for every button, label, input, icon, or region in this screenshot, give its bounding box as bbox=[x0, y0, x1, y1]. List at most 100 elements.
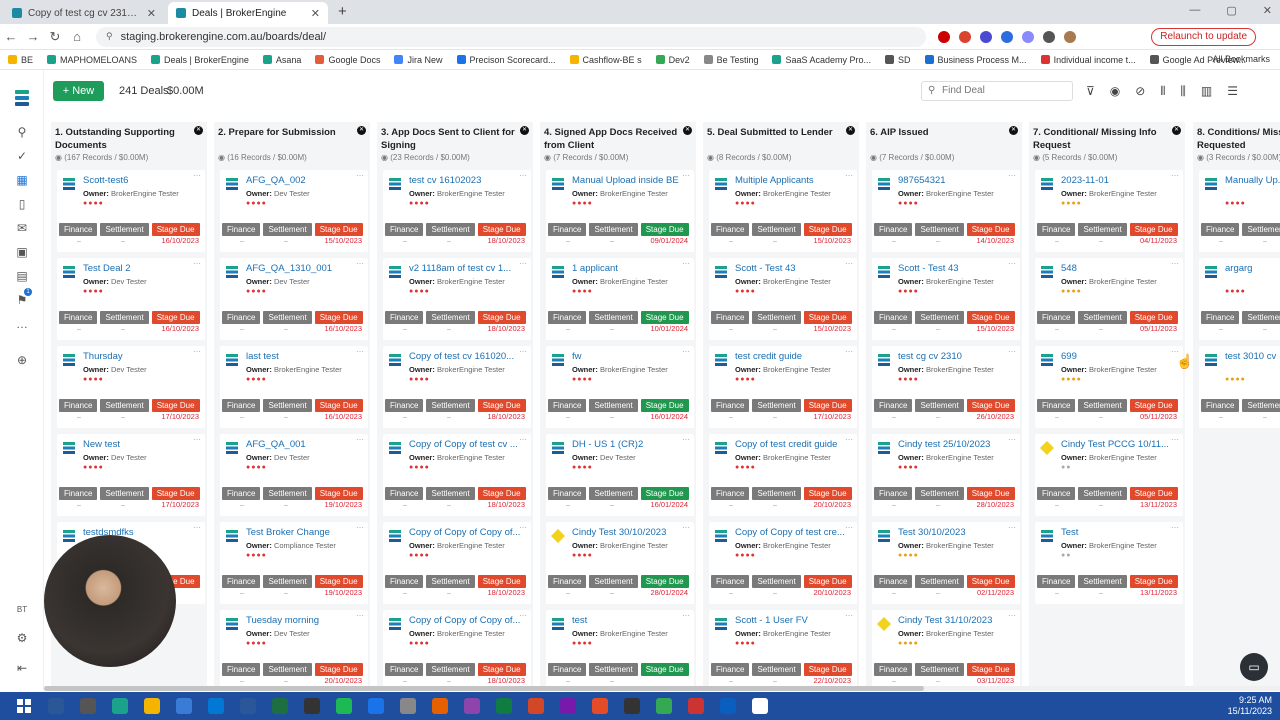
stage-due-tag[interactable]: Stage Due bbox=[966, 487, 1015, 500]
deal-card[interactable]: Copy of test cv 161020... ⋯ Owner: Broke… bbox=[383, 346, 531, 428]
deal-title[interactable]: Manually Up... bbox=[1225, 175, 1280, 186]
deal-card[interactable]: Cindy Test PCCG 10/11... ⋯ Owner: Broker… bbox=[1035, 434, 1183, 516]
search-icon[interactable]: ⚲ bbox=[14, 124, 30, 140]
deal-title[interactable]: Cindy test 25/10/2023 bbox=[898, 439, 1013, 450]
finance-tag[interactable]: Finance bbox=[1037, 223, 1076, 236]
outlook-icon[interactable] bbox=[208, 698, 224, 714]
deal-title[interactable]: test cg cv 2310 bbox=[898, 351, 1013, 362]
finance-tag[interactable]: Finance bbox=[1037, 487, 1076, 500]
bookmark-item[interactable]: Jira New bbox=[394, 55, 443, 65]
eye-icon[interactable]: ◉ bbox=[55, 153, 62, 162]
add-circle-icon[interactable]: ⊕ bbox=[14, 352, 30, 368]
settlement-tag[interactable]: Settlement bbox=[589, 311, 638, 324]
settlement-tag[interactable]: Settlement bbox=[915, 487, 964, 500]
bookmark-item[interactable]: Google Docs bbox=[315, 55, 380, 65]
column-close-icon[interactable]: ✕ bbox=[846, 126, 855, 135]
view-icon[interactable]: ◉ bbox=[1110, 84, 1120, 99]
finance-tag[interactable]: Finance bbox=[385, 399, 424, 412]
finance-tag[interactable]: Finance bbox=[711, 311, 750, 324]
card-menu-icon[interactable]: ⋯ bbox=[193, 171, 201, 180]
all-bookmarks[interactable]: All Bookmarks bbox=[1212, 54, 1270, 64]
bookmark-item[interactable]: BE bbox=[8, 55, 33, 65]
url-field[interactable]: ⚲ staging.brokerengine.com.au/boards/deal… bbox=[96, 26, 926, 47]
deal-card[interactable]: Multiple Applicants ⋯ Owner: BrokerEngin… bbox=[709, 170, 857, 252]
deal-title[interactable]: fw bbox=[572, 351, 687, 362]
deal-title[interactable]: Scott - 1 User FV bbox=[735, 615, 850, 626]
finance-tag[interactable]: Finance bbox=[874, 575, 913, 588]
card-menu-icon[interactable]: ⋯ bbox=[193, 523, 201, 532]
deal-title[interactable]: Cindy Test 30/10/2023 bbox=[572, 527, 687, 538]
settlement-tag[interactable]: Settlement bbox=[1078, 487, 1127, 500]
settlement-tag[interactable]: Settlement bbox=[426, 311, 475, 324]
forward-icon[interactable]: → bbox=[22, 29, 44, 44]
stage-due-tag[interactable]: Stage Due bbox=[1129, 223, 1178, 236]
extension-icon[interactable] bbox=[959, 30, 971, 43]
eye-icon[interactable]: ◉ bbox=[544, 153, 551, 162]
maximize-icon[interactable]: ▢ bbox=[1226, 4, 1236, 17]
windows-start-icon[interactable] bbox=[16, 698, 32, 714]
deal-title[interactable]: 699 bbox=[1061, 351, 1176, 362]
card-menu-icon[interactable]: ⋯ bbox=[519, 347, 527, 356]
column-close-icon[interactable]: ✕ bbox=[520, 126, 529, 135]
card-menu-icon[interactable]: ⋯ bbox=[356, 523, 364, 532]
stage-due-tag[interactable]: Stage Due bbox=[151, 223, 200, 236]
card-menu-icon[interactable]: ⋯ bbox=[1171, 259, 1179, 268]
finance-tag[interactable]: Finance bbox=[548, 575, 587, 588]
column-close-icon[interactable]: ✕ bbox=[1172, 126, 1181, 135]
settlement-tag[interactable]: Settlement bbox=[915, 223, 964, 236]
settlement-tag[interactable]: Settlement bbox=[915, 311, 964, 324]
stage-due-tag[interactable]: Stage Due bbox=[1129, 575, 1178, 588]
deal-title[interactable]: AFG_QA_1310_001 bbox=[246, 263, 361, 274]
settlement-tag[interactable]: Settlement bbox=[263, 399, 312, 412]
card-menu-icon[interactable]: ⋯ bbox=[519, 171, 527, 180]
column-close-icon[interactable]: ✕ bbox=[1009, 126, 1018, 135]
deal-card[interactable]: Copy of Copy of Copy of... ⋯ Owner: Brok… bbox=[383, 522, 531, 604]
onenote-icon[interactable] bbox=[560, 698, 576, 714]
card-menu-icon[interactable]: ⋯ bbox=[1008, 435, 1016, 444]
app-icon[interactable] bbox=[592, 698, 608, 714]
card-menu-icon[interactable]: ⋯ bbox=[845, 347, 853, 356]
stage-due-tag[interactable]: Stage Due bbox=[966, 223, 1015, 236]
user-avatar[interactable]: BT bbox=[14, 602, 30, 618]
finance-tag[interactable]: Finance bbox=[874, 399, 913, 412]
stage-due-tag[interactable]: Stage Due bbox=[640, 223, 689, 236]
deal-title[interactable]: DH - US 1 (CR)2 bbox=[572, 439, 687, 450]
deal-card[interactable]: AFG_QA_1310_001 ⋯ Owner: Dev Tester ●●●●… bbox=[220, 258, 368, 340]
deal-card[interactable]: Tuesday morning ⋯ Owner: Dev Tester ●●●●… bbox=[220, 610, 368, 688]
deal-card[interactable]: last test ⋯ Owner: BrokerEngine Tester ●… bbox=[220, 346, 368, 428]
back-icon[interactable]: ← bbox=[0, 29, 22, 44]
card-menu-icon[interactable]: ⋯ bbox=[1008, 171, 1016, 180]
stage-due-tag[interactable]: Stage Due bbox=[151, 311, 200, 324]
deal-title[interactable]: 987654321 bbox=[898, 175, 1013, 186]
deal-card[interactable]: 699 ⋯ Owner: BrokerEngine Tester ●●●● Fi… bbox=[1035, 346, 1183, 428]
card-menu-icon[interactable]: ⋯ bbox=[1008, 259, 1016, 268]
settlement-tag[interactable]: Settlement bbox=[752, 399, 801, 412]
chrome-icon[interactable] bbox=[656, 698, 672, 714]
bookmark-item[interactable]: Deals | BrokerEngine bbox=[151, 55, 249, 65]
settlement-tag[interactable]: Settlement bbox=[426, 223, 475, 236]
card-menu-icon[interactable]: ⋯ bbox=[682, 435, 690, 444]
finance-tag[interactable]: Finance bbox=[59, 399, 98, 412]
deal-title[interactable]: Copy of test credit guide bbox=[735, 439, 850, 450]
deal-title[interactable]: Test bbox=[1061, 527, 1176, 538]
deal-card[interactable]: Copy of Copy of Copy of... ⋯ Owner: Brok… bbox=[383, 610, 531, 688]
settlement-tag[interactable]: Settlement bbox=[100, 487, 149, 500]
card-menu-icon[interactable]: ⋯ bbox=[845, 523, 853, 532]
deal-title[interactable]: Tuesday morning bbox=[246, 615, 361, 626]
settlement-tag[interactable]: Settlement bbox=[1242, 399, 1280, 412]
boards-icon[interactable]: ▦ bbox=[14, 172, 30, 188]
deal-title[interactable]: Copy of Copy of test cv ... bbox=[409, 439, 524, 450]
stage-due-tag[interactable]: Stage Due bbox=[640, 575, 689, 588]
relaunch-button[interactable]: Relaunch to update bbox=[1151, 28, 1256, 46]
extension-icon[interactable] bbox=[980, 30, 992, 43]
finance-tag[interactable]: Finance bbox=[711, 663, 750, 676]
settlement-tag[interactable]: Settlement bbox=[426, 575, 475, 588]
settlement-tag[interactable]: Settlement bbox=[426, 487, 475, 500]
settlement-tag[interactable]: Settlement bbox=[752, 575, 801, 588]
stage-due-tag[interactable]: Stage Due bbox=[1129, 311, 1178, 324]
card-menu-icon[interactable]: ⋯ bbox=[356, 259, 364, 268]
stage-due-tag[interactable]: Stage Due bbox=[640, 399, 689, 412]
eye-icon[interactable]: ◉ bbox=[707, 153, 714, 162]
stage-due-tag[interactable]: Stage Due bbox=[640, 487, 689, 500]
deal-card[interactable]: Manual Upload inside BE ⋯ Owner: BrokerE… bbox=[546, 170, 694, 252]
